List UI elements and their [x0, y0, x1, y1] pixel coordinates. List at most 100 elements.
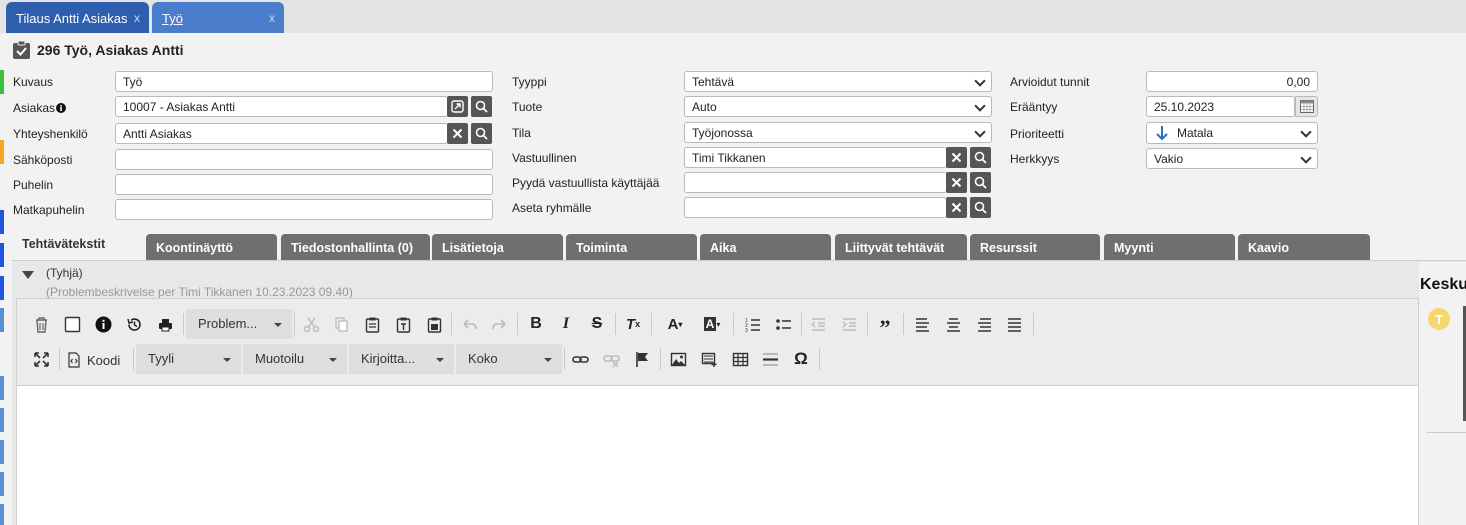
vastuullinen-label: Vastuullinen [512, 151, 577, 165]
puhelin-label: Puhelin [13, 178, 54, 192]
tab-dashboard[interactable]: Koontinäyttö [146, 234, 277, 260]
due-date-field[interactable]: 25.10.2023 [1146, 96, 1295, 117]
print-icon[interactable] [153, 312, 177, 336]
background-color-icon[interactable]: A ▾ [697, 312, 727, 336]
undo-icon[interactable] [457, 312, 481, 336]
collapse-triangle-icon[interactable] [22, 271, 34, 279]
yhteyshenkilo-field[interactable]: Antti Asiakas [115, 123, 448, 144]
open-customer-button[interactable] [447, 96, 468, 117]
status-strip-blue [0, 276, 4, 300]
close-icon[interactable]: x [134, 11, 140, 25]
tila-select[interactable]: Työjonossa [684, 122, 992, 143]
toolbar-separator [651, 313, 652, 335]
sensitivity-select[interactable]: Vakio [1146, 148, 1318, 169]
redo-icon[interactable] [487, 312, 511, 336]
window-tab-task[interactable]: Työ x [152, 2, 284, 33]
search-contact-button[interactable] [471, 123, 492, 144]
text-color-icon[interactable]: A ▾ [660, 312, 690, 336]
align-left-icon[interactable] [910, 312, 934, 336]
assign-group-field[interactable] [684, 197, 947, 218]
delete-icon[interactable] [29, 312, 53, 336]
format-dropdown[interactable]: Muotoilu [243, 344, 347, 374]
tab-sales[interactable]: Myynti [1104, 234, 1235, 260]
search-customer-button[interactable] [471, 96, 492, 117]
font-dropdown[interactable]: Kirjoitta... [349, 344, 454, 374]
anchor-flag-icon[interactable] [630, 347, 654, 371]
history-icon[interactable] [122, 312, 146, 336]
estimated-hours-field[interactable]: 0,00 [1146, 71, 1318, 92]
link-icon[interactable] [568, 347, 592, 371]
clear-responsible-button[interactable] [946, 147, 967, 168]
request-user-field[interactable] [684, 172, 947, 193]
tab-resources[interactable]: Resurssit [970, 234, 1100, 260]
mobile-field[interactable] [115, 199, 493, 220]
align-center-icon[interactable] [941, 312, 965, 336]
search-group-button[interactable] [970, 197, 991, 218]
search-responsible-button[interactable] [970, 147, 991, 168]
paste-icon[interactable] [360, 312, 384, 336]
toolbar-separator [1033, 313, 1034, 335]
kuvaus-field[interactable]: Työ [115, 71, 493, 92]
table-icon[interactable] [728, 347, 752, 371]
numbered-list-icon[interactable]: 123 [740, 312, 764, 336]
source-code-button[interactable]: Koodi [66, 350, 120, 370]
tuote-select[interactable]: Auto [684, 96, 992, 117]
page-header: 296 Työ, Asiakas Antti [12, 38, 184, 62]
right-sidebar: Kesku T [1419, 262, 1466, 525]
window-tab-order[interactable]: Tilaus Antti Asiakas x [6, 2, 149, 33]
checkbox-icon[interactable] [60, 312, 84, 336]
remove-format-icon[interactable]: Tx [621, 312, 645, 336]
copy-icon[interactable] [329, 312, 353, 336]
paste-word-icon[interactable] [422, 312, 446, 336]
search-request-user-button[interactable] [970, 172, 991, 193]
kuvaus-label: Kuvaus [13, 75, 54, 89]
align-justify-icon[interactable] [1002, 312, 1026, 336]
paste-text-icon[interactable] [391, 312, 415, 336]
clear-request-user-button[interactable] [946, 172, 967, 193]
toolbar-separator [564, 348, 565, 370]
avatar[interactable]: T [1428, 308, 1450, 330]
vastuullinen-field[interactable]: Timi Tikkanen [684, 147, 947, 168]
bullet-list-icon[interactable] [771, 312, 795, 336]
info-circle-icon[interactable] [91, 312, 115, 336]
tab-file-management[interactable]: Tiedostonhallinta (0) [281, 234, 430, 260]
close-icon [951, 177, 962, 188]
calendar-button[interactable] [1295, 96, 1318, 117]
special-char-icon[interactable]: Ω [789, 347, 813, 371]
asiakas-field[interactable]: 10007 - Asiakas Antti [115, 96, 448, 117]
align-right-icon[interactable] [972, 312, 996, 336]
tab-time[interactable]: Aika [700, 234, 831, 260]
indent-icon[interactable] [837, 312, 861, 336]
tab-additional-info[interactable]: Lisätietoja [432, 234, 563, 260]
insert-image-icon[interactable] [697, 347, 721, 371]
phone-field[interactable] [115, 174, 493, 195]
tab-activity[interactable]: Toiminta [566, 234, 697, 260]
maximize-icon[interactable] [29, 347, 53, 371]
editor-content-area[interactable] [17, 385, 1418, 525]
info-icon[interactable] [56, 103, 67, 113]
image-icon[interactable] [666, 347, 690, 371]
clear-group-button[interactable] [946, 197, 967, 218]
tab-task-texts[interactable]: Tehtävätekstit [12, 231, 142, 260]
email-field[interactable] [115, 149, 493, 170]
tyyppi-select[interactable]: Tehtävä [684, 71, 992, 92]
tab-chart[interactable]: Kaavio [1238, 234, 1370, 260]
horizontal-rule-icon[interactable] [758, 347, 782, 371]
blockquote-icon[interactable]: ” [873, 312, 897, 340]
clear-contact-button[interactable] [447, 123, 468, 144]
priority-select[interactable]: Matala [1146, 122, 1318, 144]
bold-icon[interactable]: B [524, 312, 548, 336]
outdent-icon[interactable] [806, 312, 830, 336]
template-dropdown[interactable]: Problem... [186, 309, 292, 339]
herkkyys-label: Herkkyys [1010, 152, 1060, 166]
status-strip-blue [0, 472, 4, 496]
strikethrough-icon[interactable]: S [585, 312, 609, 336]
close-icon[interactable]: x [269, 11, 275, 25]
cut-icon[interactable] [299, 312, 323, 336]
style-dropdown[interactable]: Tyyli [136, 344, 241, 374]
unlink-icon[interactable] [599, 347, 623, 371]
size-dropdown[interactable]: Koko [456, 344, 562, 374]
italic-icon[interactable]: I [554, 312, 578, 336]
sidebar-divider [1427, 432, 1466, 433]
tab-related-tasks[interactable]: Liittyvät tehtävät [835, 234, 967, 260]
